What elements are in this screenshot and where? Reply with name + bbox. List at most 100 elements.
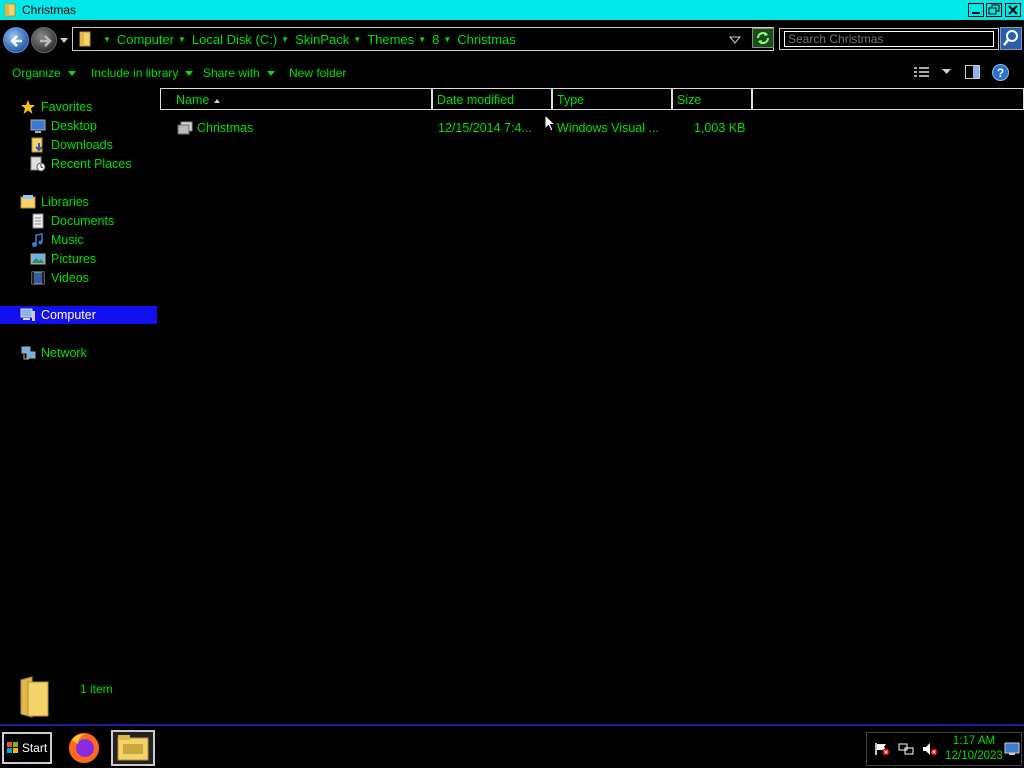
include-in-library-label: Include in library [91, 66, 179, 80]
nav-favorites[interactable]: Favorites [20, 98, 92, 116]
share-with-label: Share with [203, 66, 260, 80]
column-type-label: Type [557, 93, 585, 107]
nav-network[interactable]: Network [20, 344, 87, 362]
address-bar[interactable]: ▼ Computer ▼ Local Disk (C:) ▼ SkinPack … [72, 27, 774, 51]
star-icon [21, 100, 35, 114]
view-options-icon[interactable] [914, 66, 930, 78]
desktop-icon [30, 119, 46, 133]
folder-large-icon [20, 676, 49, 718]
breadcrumb-separator-icon[interactable]: ▼ [418, 35, 426, 44]
include-in-library-menu[interactable]: Include in library [91, 66, 194, 80]
network-icon [21, 346, 36, 360]
column-header-date-modified[interactable]: Date modified [432, 88, 552, 110]
file-name[interactable]: Christmas [197, 121, 253, 135]
nav-libraries-label: Libraries [41, 195, 89, 209]
taskbar-firefox[interactable] [64, 730, 108, 766]
chevron-down-icon [67, 71, 76, 77]
nav-desktop[interactable]: Desktop [30, 117, 97, 135]
nav-desktop-label: Desktop [51, 119, 97, 133]
breadcrumb-separator-icon[interactable]: ▼ [353, 35, 361, 44]
refresh-button[interactable] [752, 28, 774, 48]
organize-menu[interactable]: Organize [12, 66, 76, 80]
firefox-icon [69, 733, 99, 763]
breadcrumb-christmas[interactable]: Christmas [457, 32, 516, 47]
minimize-button[interactable] [968, 3, 984, 17]
show-desktop-icon[interactable] [1004, 742, 1020, 756]
restore-button[interactable] [986, 3, 1002, 17]
folder-icon [79, 31, 91, 47]
windows-logo-icon [6, 742, 18, 753]
recent-pages-dropdown-icon[interactable] [60, 36, 68, 44]
network-status-icon[interactable] [898, 742, 914, 756]
column-header-type[interactable]: Type [552, 88, 672, 110]
breadcrumb-local-disk[interactable]: Local Disk (C:) [192, 32, 277, 47]
breadcrumb-themes[interactable]: Themes [367, 32, 414, 47]
share-with-menu[interactable]: Share with [203, 66, 275, 80]
back-button[interactable] [3, 27, 29, 53]
forward-arrow-icon [40, 35, 52, 47]
nav-recent-places[interactable]: Recent Places [30, 155, 132, 173]
address-history-dropdown-icon[interactable] [729, 35, 741, 45]
title-bar: Christmas [0, 0, 1024, 20]
clock-time: 1:17 AM [952, 735, 996, 747]
chevron-down-icon [185, 71, 194, 77]
file-type: Windows Visual ... [557, 121, 659, 135]
nav-pictures[interactable]: Pictures [30, 250, 96, 268]
nav-music[interactable]: Music [30, 231, 84, 249]
breadcrumb: ▼ Computer ▼ Local Disk (C:) ▼ SkinPack … [99, 32, 516, 47]
start-button[interactable]: Start [2, 732, 52, 764]
nav-recent-places-label: Recent Places [51, 157, 132, 171]
breadcrumb-separator-icon[interactable]: ▼ [443, 35, 451, 44]
breadcrumb-separator-icon[interactable]: ▼ [281, 35, 289, 44]
search-box [779, 28, 999, 50]
nav-documents[interactable]: Documents [30, 212, 114, 230]
breadcrumb-8[interactable]: 8 [432, 32, 439, 47]
column-header-empty [752, 88, 1024, 110]
chevron-down-icon[interactable] [942, 69, 951, 75]
item-count: 1 item [80, 682, 113, 696]
action-center-flag-icon[interactable] [874, 742, 890, 756]
sort-ascending-icon [214, 98, 221, 103]
documents-icon [32, 213, 44, 229]
taskbar-windows-explorer[interactable] [111, 730, 155, 766]
breadcrumb-separator-icon[interactable]: ▼ [178, 35, 186, 44]
search-input[interactable] [784, 31, 994, 47]
breadcrumb-computer[interactable]: Computer [117, 32, 174, 47]
clock[interactable]: 1:17 AM 12/10/2023 [944, 734, 1004, 764]
nav-computer[interactable]: Computer [0, 306, 157, 324]
close-icon [1008, 5, 1018, 15]
refresh-icon [757, 32, 769, 44]
navigation-pane: Favorites Desktop Downloads Recent Place… [0, 92, 160, 662]
search-button[interactable] [1000, 27, 1022, 50]
column-name-label: Name [176, 93, 210, 107]
computer-icon [20, 308, 35, 321]
close-button[interactable] [1005, 3, 1021, 17]
folder-icon [4, 3, 16, 17]
nav-computer-label: Computer [41, 308, 96, 322]
volume-muted-icon[interactable] [922, 742, 938, 756]
search-icon [1003, 30, 1018, 46]
nav-videos-label: Videos [51, 271, 89, 285]
restore-icon [988, 4, 1000, 15]
preview-pane-icon[interactable] [965, 65, 980, 79]
column-header-size[interactable]: Size [672, 88, 752, 110]
breadcrumb-separator-icon[interactable]: ▼ [103, 35, 111, 44]
nav-downloads[interactable]: Downloads [30, 136, 113, 154]
table-row[interactable]: Christmas 12/15/2014 7:4... Windows Visu… [160, 118, 1024, 138]
breadcrumb-skinpack[interactable]: SkinPack [295, 32, 349, 47]
start-label: Start [21, 741, 48, 755]
downloads-icon [31, 137, 43, 153]
forward-button[interactable] [31, 27, 57, 53]
column-header-row: Name Date modified Type Size [160, 88, 1024, 110]
new-folder-button[interactable]: New folder [289, 66, 346, 80]
nav-downloads-label: Downloads [51, 138, 113, 152]
column-header-name[interactable]: Name [160, 88, 432, 110]
organize-label: Organize [12, 66, 61, 80]
explorer-icon [117, 735, 149, 761]
nav-music-label: Music [51, 233, 84, 247]
clock-date: 12/10/2023 [945, 750, 1003, 762]
help-icon[interactable]: ? [992, 64, 1009, 81]
nav-libraries[interactable]: Libraries [20, 193, 89, 211]
nav-videos[interactable]: Videos [30, 269, 89, 287]
videos-icon [31, 271, 45, 285]
